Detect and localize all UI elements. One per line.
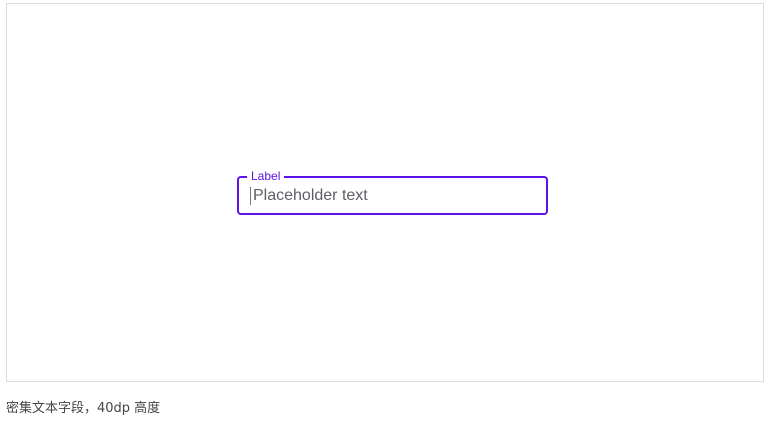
dense-outlined-text-field[interactable]: Label bbox=[237, 169, 548, 215]
demo-caption: 密集文本字段，40dp 高度 bbox=[6, 401, 161, 416]
text-cursor bbox=[250, 187, 251, 205]
text-field-label: Label bbox=[247, 169, 285, 183]
demo-frame: Label bbox=[6, 3, 764, 382]
text-input[interactable] bbox=[253, 184, 533, 208]
